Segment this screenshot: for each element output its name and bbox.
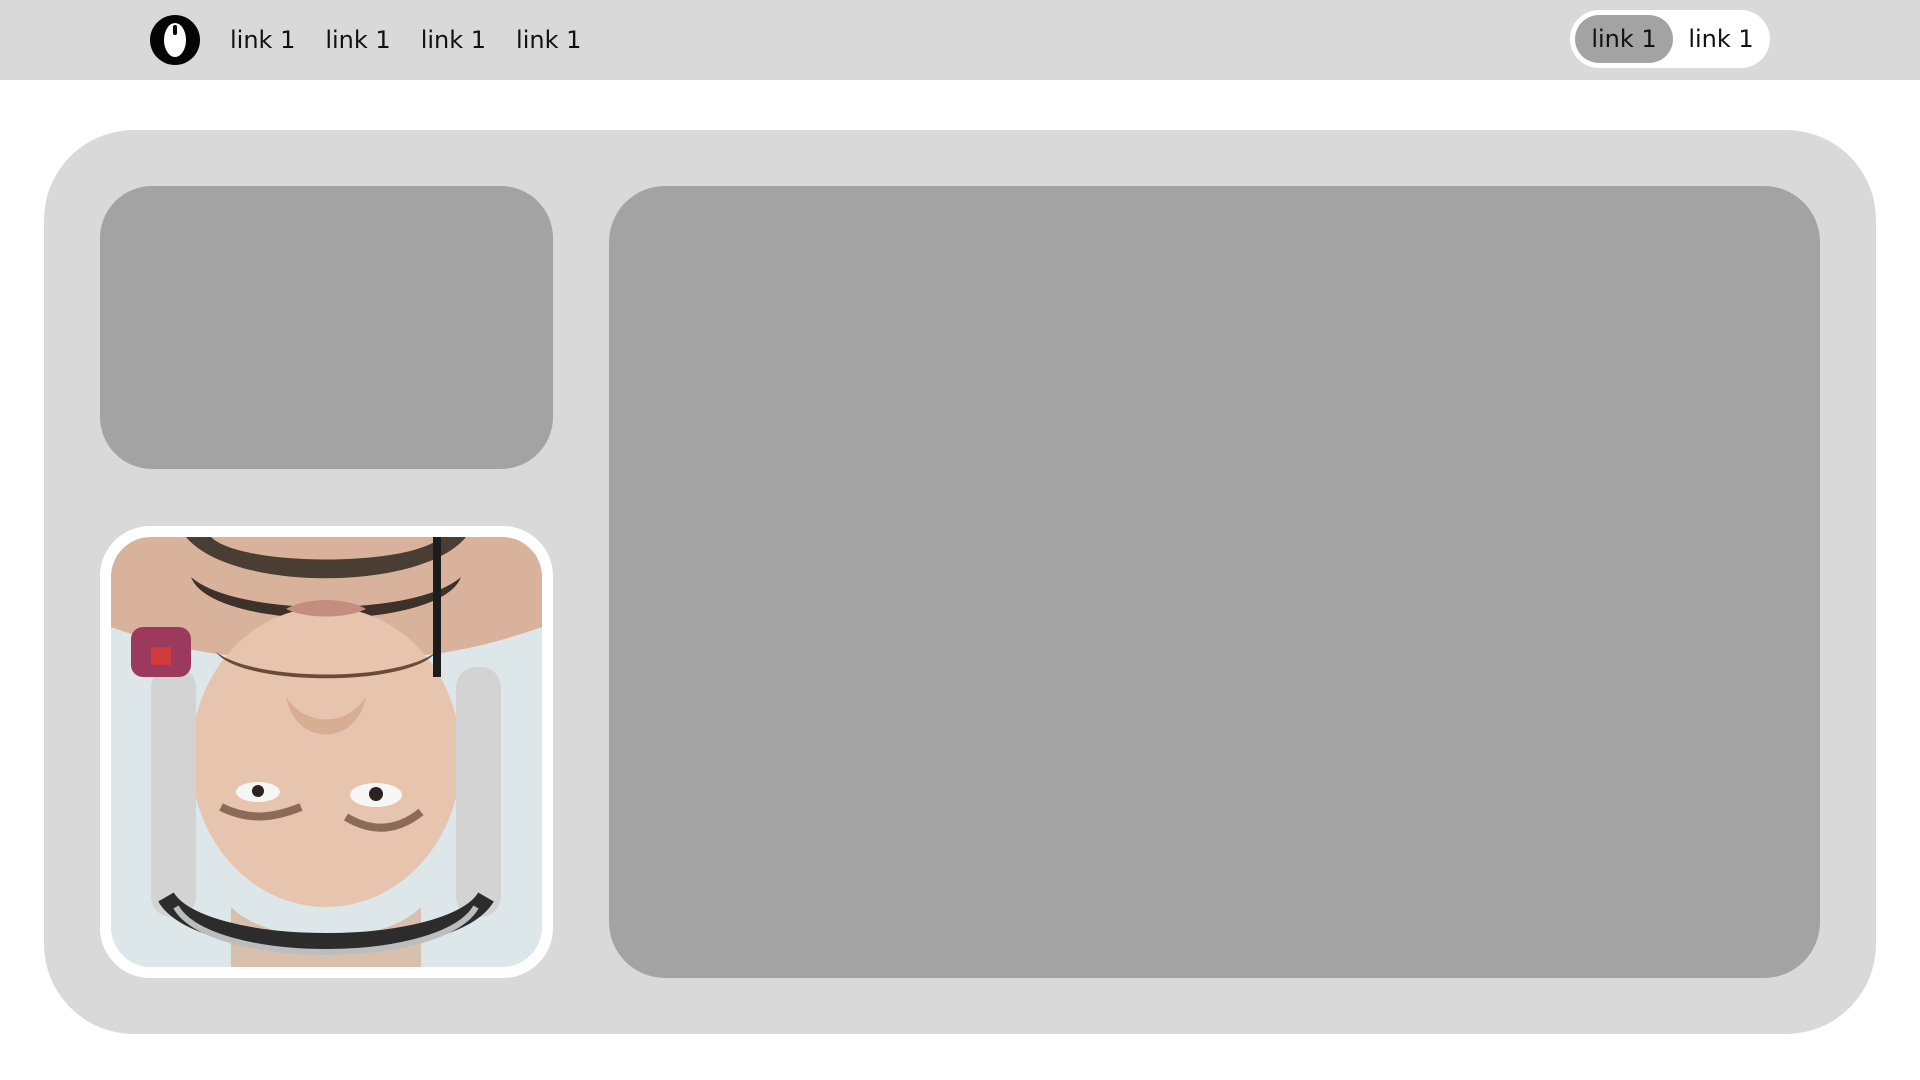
toggle-option-inactive[interactable]: link 1: [1676, 15, 1766, 63]
toggle-option-active[interactable]: link 1: [1575, 15, 1673, 63]
large-card-placeholder: [609, 186, 1820, 978]
nav-link-3[interactable]: link 1: [421, 26, 486, 54]
logo-icon[interactable]: [150, 15, 200, 65]
segmented-toggle: link 1 link 1: [1570, 10, 1770, 68]
top-navigation-bar: link 1 link 1 link 1 link 1 link 1 link …: [0, 0, 1920, 80]
nav-link-4[interactable]: link 1: [516, 26, 581, 54]
nav-link-1[interactable]: link 1: [230, 26, 295, 54]
small-card-placeholder: [100, 186, 553, 469]
nav-link-2[interactable]: link 1: [325, 26, 390, 54]
nav-links: link 1 link 1 link 1 link 1: [230, 0, 581, 80]
photo-card: [100, 526, 553, 978]
portrait-photo: [111, 537, 542, 967]
logo-dot: [173, 25, 177, 35]
portrait-photo-svg: [111, 537, 542, 967]
